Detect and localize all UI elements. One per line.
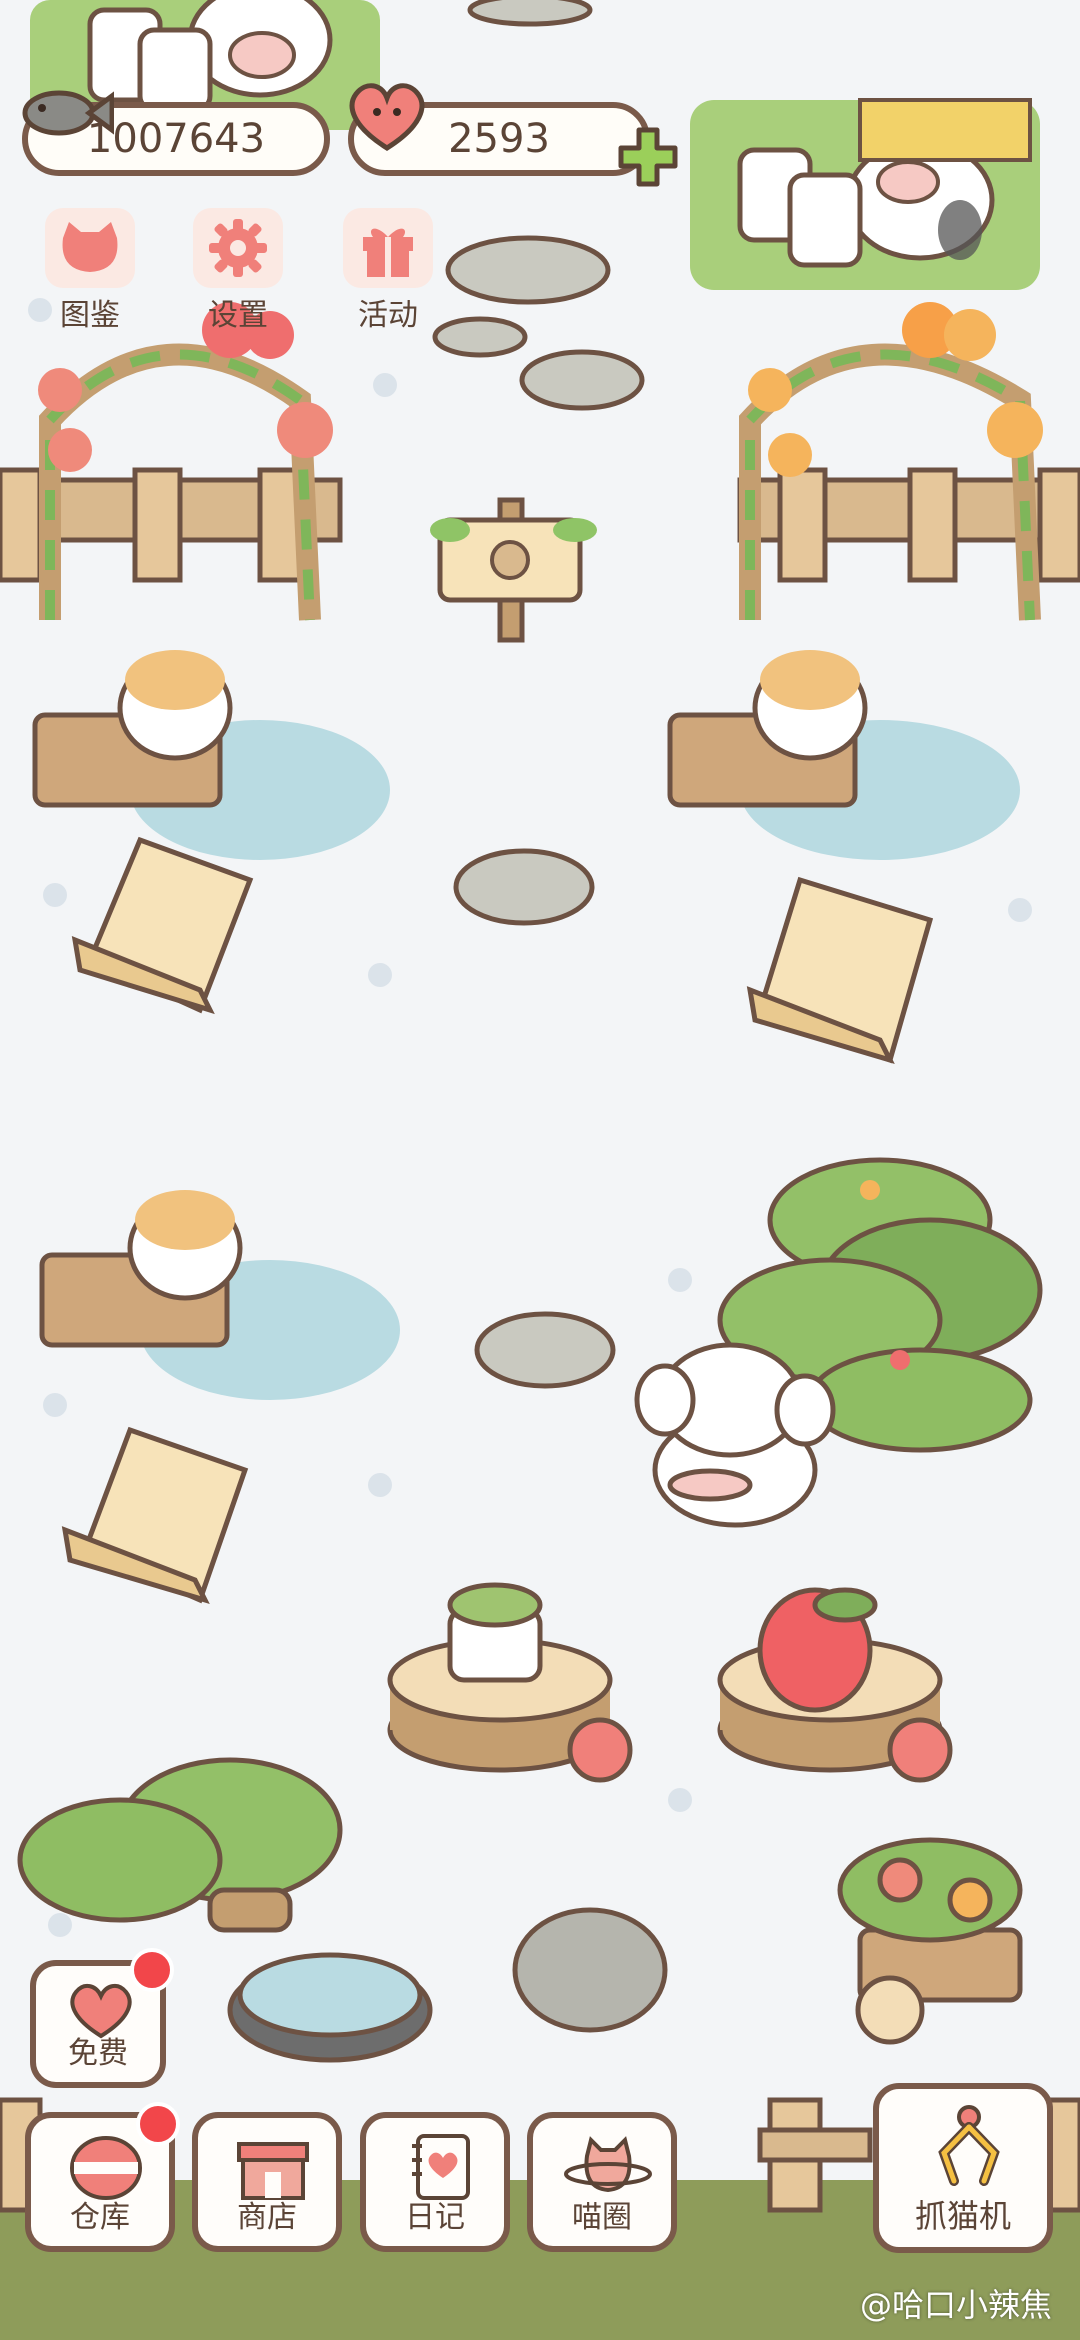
chair-left-1	[71, 836, 254, 1015]
gift-icon	[343, 208, 433, 288]
bottom-button-cat-circle[interactable]: 喵圈	[527, 2112, 677, 2252]
menu-button-settings[interactable]: 设置	[183, 208, 293, 334]
arch-left	[0, 302, 343, 621]
claw-icon	[938, 2105, 1000, 2186]
free-notification-badge	[130, 1948, 174, 1992]
stepping-stones	[432, 0, 645, 1389]
bottom-label-shop: 商店	[237, 2200, 297, 2235]
menu-label-events: 活动	[358, 298, 418, 333]
claw-machine-button[interactable]: 抓猫机	[873, 2083, 1053, 2253]
pond-left-top	[32, 650, 390, 860]
menu-button-collection[interactable]: 图鉴	[35, 208, 145, 334]
chair-right-1	[746, 876, 934, 1065]
bottom-label-cat-circle: 喵圈	[572, 2200, 632, 2235]
add-hearts-plus-icon[interactable]	[615, 124, 681, 190]
bottom-label-diary: 日记	[405, 2200, 465, 2235]
gear-icon	[193, 208, 283, 288]
flower-cart	[837, 1837, 1023, 2045]
stump-strawberry	[717, 1587, 953, 1783]
menu-label-settings: 设置	[208, 298, 268, 333]
free-button-label: 免费	[68, 2036, 128, 2071]
storage-notification-badge	[136, 2102, 180, 2146]
claw-machine-label: 抓猫机	[914, 2197, 1011, 2235]
pond-left-bottom	[39, 1190, 400, 1400]
bottom-button-shop[interactable]: 商店	[192, 2112, 342, 2252]
pond-right-top	[667, 650, 1020, 860]
menu-label-collection: 图鉴	[60, 298, 120, 333]
chair-left-2	[61, 1426, 249, 1605]
menu-button-events[interactable]: 活动	[333, 208, 443, 334]
stump-matcha	[387, 1582, 633, 1783]
rock	[512, 1907, 668, 2033]
heart-icon	[349, 83, 425, 151]
signpost	[430, 497, 597, 643]
bottom-button-diary[interactable]: 日记	[360, 2112, 510, 2252]
arch-right	[737, 302, 1080, 621]
cat-face-icon	[45, 208, 135, 288]
hearts-currency-value: 2593	[448, 116, 550, 162]
watermark-text: @哈口小辣焦	[859, 2286, 1052, 2324]
fish-icon	[22, 90, 114, 136]
bottom-label-storage: 仓库	[70, 2200, 130, 2235]
